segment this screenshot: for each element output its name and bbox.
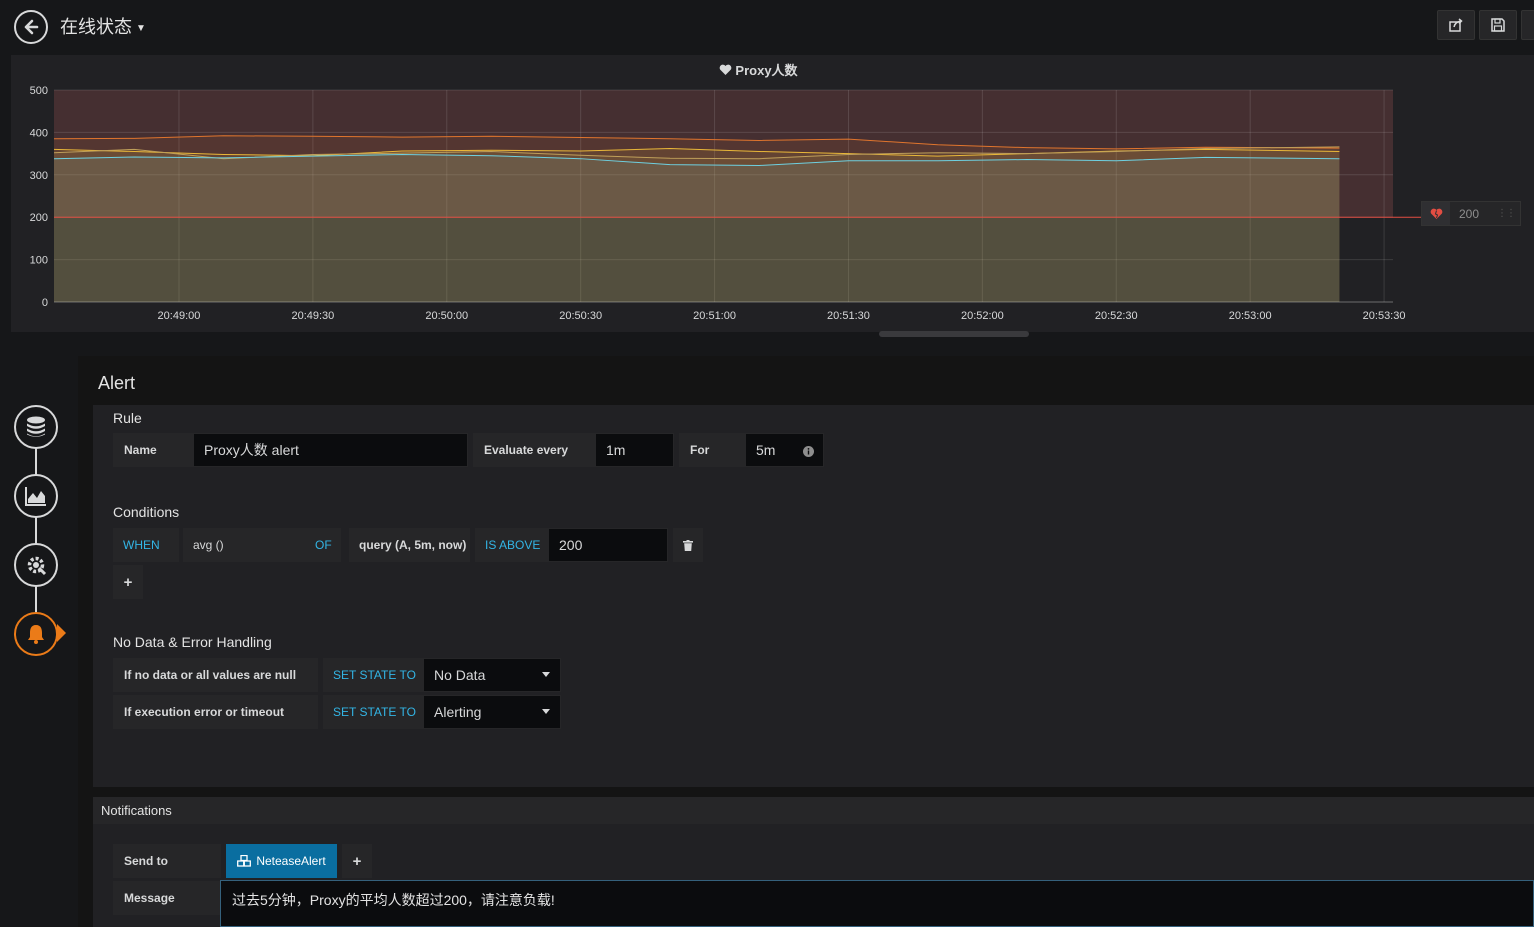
nav-general[interactable] xyxy=(14,543,58,587)
condition-of-keyword: OF xyxy=(305,528,341,562)
trash-icon xyxy=(683,539,693,551)
y-tick-label: 100 xyxy=(30,255,48,267)
condition-when-keyword[interactable]: WHEN xyxy=(113,528,179,562)
nodata-state-select[interactable]: No Data xyxy=(423,658,561,692)
x-tick-label: 20:51:00 xyxy=(693,310,736,322)
back-button[interactable] xyxy=(14,10,48,44)
rule-name-input[interactable]: Proxy人数 alert xyxy=(193,433,468,467)
gear-icon xyxy=(27,556,47,576)
nodata-state-value: No Data xyxy=(434,667,486,683)
series-area xyxy=(54,154,1340,302)
line-chart: 500 400 300 200 100 0 20:49:00 20:49:30 20:50:00… xyxy=(30,85,1421,322)
caret-down-icon xyxy=(542,709,550,714)
condition-threshold-input[interactable]: 200 xyxy=(548,528,668,562)
nodata-section-label: No Data & Error Handling xyxy=(113,634,272,650)
nav-alert[interactable] xyxy=(14,612,58,656)
send-to-label: Send to xyxy=(113,844,221,878)
panel-resize-handle[interactable] xyxy=(879,331,1029,337)
error-state-select[interactable]: Alerting xyxy=(423,695,561,729)
evaluate-every-label: Evaluate every xyxy=(473,433,595,467)
error-set-state-keyword: SET STATE TO xyxy=(323,695,423,729)
notification-channel-name: NeteaseAlert xyxy=(256,854,326,868)
caret-down-icon: ▼ xyxy=(136,22,146,34)
for-input-value: 5m xyxy=(756,442,776,458)
y-tick-label: 200 xyxy=(30,212,48,224)
settings-button-partial[interactable] xyxy=(1521,10,1534,40)
threshold-handle[interactable]: 200 ⋮⋮ xyxy=(1421,201,1521,226)
delete-condition-button[interactable] xyxy=(673,528,703,562)
notifications-header: Notifications xyxy=(93,797,1534,824)
nodata-label: If no data or all values are null xyxy=(113,658,318,692)
add-condition-button[interactable]: + xyxy=(113,565,143,599)
arrow-left-icon xyxy=(24,19,39,35)
for-label: For xyxy=(679,433,745,467)
y-tick-label: 500 xyxy=(30,85,48,97)
y-tick-label: 300 xyxy=(30,170,48,182)
top-navbar: 在线状态 ▼ xyxy=(0,0,1534,52)
x-tick-label: 20:52:00 xyxy=(961,310,1004,322)
condition-query[interactable]: query (A, 5m, now) xyxy=(349,528,470,562)
database-icon xyxy=(27,416,45,437)
chart-area-icon xyxy=(25,487,46,506)
alert-heading: Alert xyxy=(98,373,136,393)
dashboard-title: 在线状态 xyxy=(60,17,132,37)
editor-side-nav xyxy=(0,400,78,670)
cubes-icon xyxy=(237,855,252,867)
threshold-handle-value: 200 xyxy=(1459,206,1480,221)
evaluate-every-input[interactable]: 1m xyxy=(595,433,674,467)
info-icon[interactable] xyxy=(803,446,814,457)
active-nav-pointer xyxy=(57,624,66,642)
nav-queries[interactable] xyxy=(14,405,58,449)
x-tick-label: 20:51:30 xyxy=(827,310,870,322)
save-button[interactable] xyxy=(1479,10,1517,40)
notification-channel-chip[interactable]: NeteaseAlert xyxy=(226,844,337,878)
y-tick-label: 400 xyxy=(30,127,48,139)
drag-grip-icon: ⋮⋮ xyxy=(1497,208,1516,219)
message-label: Message xyxy=(113,881,220,915)
x-tick-label: 20:49:30 xyxy=(291,310,334,322)
nodata-set-state-keyword: SET STATE TO xyxy=(323,658,423,692)
caret-down-icon xyxy=(542,672,550,677)
share-icon xyxy=(1449,18,1463,32)
y-tick-label: 0 xyxy=(42,297,48,309)
condition-evaluator[interactable]: IS ABOVE xyxy=(475,528,548,562)
nav-connector-line xyxy=(35,427,37,637)
x-tick-label: 20:52:30 xyxy=(1095,310,1138,322)
broken-heart-icon xyxy=(1430,208,1442,219)
x-tick-label: 20:53:30 xyxy=(1363,310,1406,322)
conditions-section-label: Conditions xyxy=(113,504,180,520)
message-textarea[interactable]: 过去5分钟，Proxy的平均人数超过200，请注意负载! xyxy=(220,880,1534,927)
save-icon xyxy=(1491,18,1505,32)
add-notification-button[interactable]: + xyxy=(342,844,372,878)
rule-name-label: Name xyxy=(113,433,193,467)
x-tick-label: 20:49:00 xyxy=(158,310,201,322)
error-label: If execution error or timeout xyxy=(113,695,318,729)
x-tick-label: 20:50:00 xyxy=(425,310,468,322)
share-button[interactable] xyxy=(1437,10,1475,40)
bell-icon xyxy=(28,625,44,644)
dashboard-title-dropdown[interactable]: 在线状态 ▼ xyxy=(60,13,146,39)
plus-icon: + xyxy=(352,852,362,870)
rule-section-label: Rule xyxy=(113,410,142,426)
x-tick-label: 20:53:00 xyxy=(1229,310,1272,322)
error-state-value: Alerting xyxy=(434,704,482,720)
plus-icon: + xyxy=(123,573,133,591)
for-input[interactable]: 5m xyxy=(745,433,824,467)
x-tick-label: 20:50:30 xyxy=(559,310,602,322)
condition-reducer[interactable]: avg () xyxy=(183,528,305,562)
nav-visualization[interactable] xyxy=(14,474,58,518)
graph-panel: Proxy人数 500 400 300 200 100 0 20:49:00 20:49:30… xyxy=(11,55,1534,332)
